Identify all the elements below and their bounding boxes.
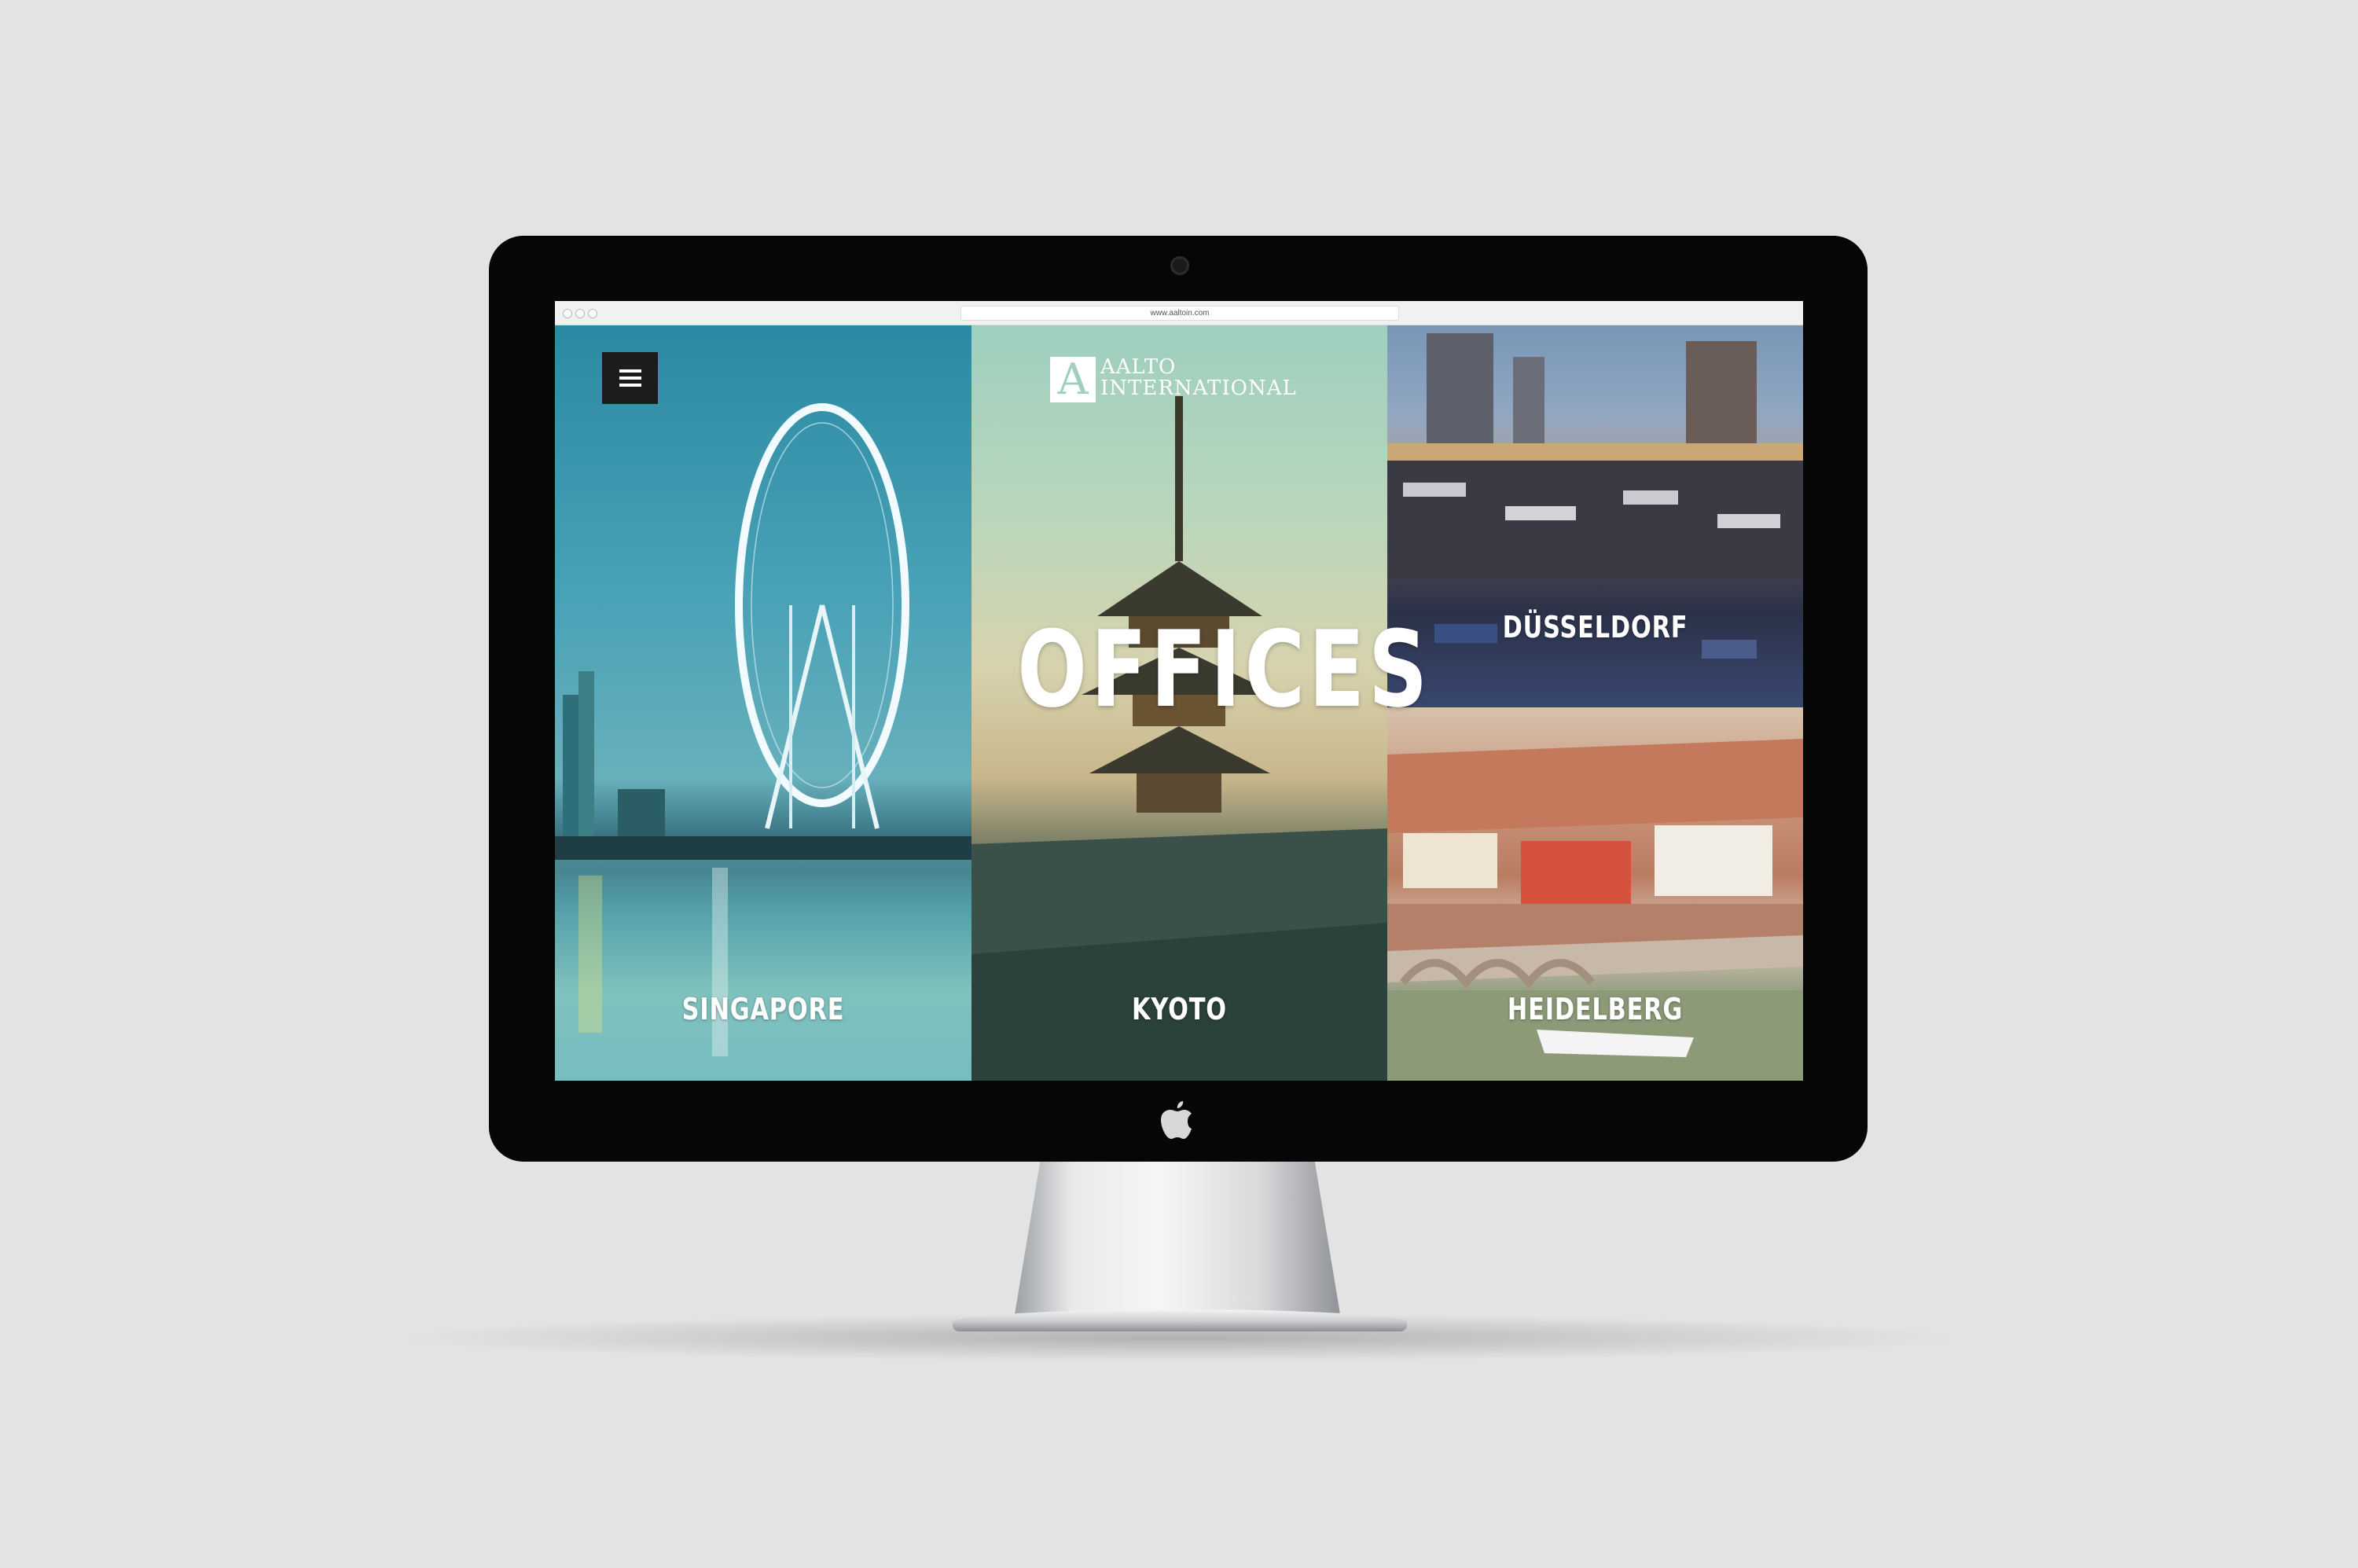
office-label-dusseldorf: DÜSSELDORF — [1502, 610, 1688, 644]
address-bar[interactable]: www.aaltoin.com — [960, 306, 1399, 321]
menu-button[interactable] — [602, 352, 658, 404]
office-card-singapore[interactable]: SINGAPORE — [555, 325, 971, 1081]
logo-mark: A — [1050, 357, 1096, 402]
screen: www.aaltoin.com SINGAPORE KYOTO DÜSSELDO… — [555, 301, 1803, 1081]
page-title: OFFICES — [1017, 608, 1431, 731]
office-label-kyoto: KYOTO — [1132, 992, 1227, 1026]
browser-toolbar: www.aaltoin.com — [555, 301, 1803, 325]
logo-wordmark: AALTO INTERNATIONAL — [1100, 357, 1297, 399]
logo-line-2: INTERNATIONAL — [1100, 376, 1297, 400]
office-label-heidelberg: HEIDELBERG — [1507, 992, 1684, 1026]
office-label-singapore: SINGAPORE — [681, 992, 845, 1026]
hamburger-icon-line — [619, 376, 641, 380]
offices-grid: SINGAPORE KYOTO DÜSSELDORF HEIDELBERG A … — [555, 325, 1803, 1081]
monitor-stand-neck — [1014, 1162, 1341, 1319]
window-zoom-button[interactable] — [588, 309, 597, 318]
logo-line-1: AALTO — [1100, 355, 1177, 379]
brand-logo[interactable]: A AALTO INTERNATIONAL — [1050, 357, 1309, 407]
apple-logo-icon — [1161, 1101, 1192, 1139]
hamburger-icon — [619, 369, 641, 373]
singapore-image — [555, 403, 971, 1081]
office-card-heidelberg[interactable]: HEIDELBERG — [1387, 707, 1803, 1081]
camera-icon — [1170, 256, 1189, 275]
hamburger-icon-line — [619, 384, 641, 387]
dusseldorf-image — [1387, 333, 1803, 659]
window-minimize-button[interactable] — [575, 309, 585, 318]
office-card-dusseldorf[interactable]: DÜSSELDORF — [1387, 325, 1803, 707]
window-close-button[interactable] — [563, 309, 572, 318]
monitor-stand-base — [953, 1309, 1407, 1331]
